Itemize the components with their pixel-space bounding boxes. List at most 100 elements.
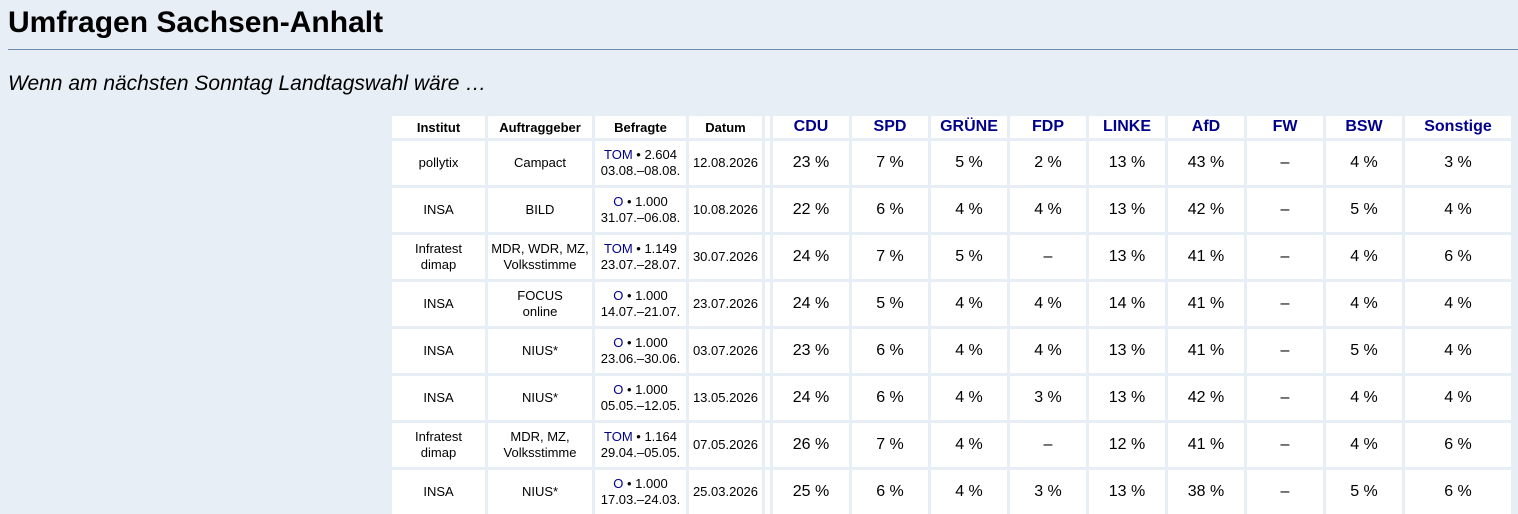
cell-value-sonstige: 6 % bbox=[1405, 423, 1511, 467]
table-row: pollytix Campact TOM • 2.604 03.08.–08.08. 1… bbox=[392, 141, 1511, 185]
cell-value-sonstige: 4 % bbox=[1405, 188, 1511, 232]
survey-period: 17.03.–24.03. bbox=[600, 492, 681, 507]
cell-datum: 10.08.2026 bbox=[689, 188, 762, 232]
header-party-fdp[interactable]: FDP bbox=[1010, 116, 1086, 138]
header-party-afd[interactable]: AfD bbox=[1168, 116, 1244, 138]
survey-method-link[interactable]: O bbox=[613, 194, 623, 209]
cell-befragte: O • 1.000 05.05.–12.05. bbox=[595, 376, 686, 420]
header-datum: Datum bbox=[689, 116, 762, 138]
cell-line: FOCUS bbox=[517, 288, 563, 303]
header-party-grüne[interactable]: GRÜNE bbox=[931, 116, 1007, 138]
cell-value-linke: 13 % bbox=[1089, 141, 1165, 185]
cell-value-spd: 5 % bbox=[852, 282, 928, 326]
header-party-linke[interactable]: LINKE bbox=[1089, 116, 1165, 138]
cell-value-fw: – bbox=[1247, 141, 1323, 185]
cell-value-spd: 7 % bbox=[852, 141, 928, 185]
respondent-count: • 1.000 bbox=[623, 335, 668, 350]
table-body: pollytix Campact TOM • 2.604 03.08.–08.08. 1… bbox=[392, 141, 1511, 514]
cell-value-linke: 13 % bbox=[1089, 235, 1165, 279]
cell-value-cdu: 24 % bbox=[773, 376, 849, 420]
cell-auftraggeber: MDR, WDR, MZ, Volksstimme bbox=[488, 235, 592, 279]
cell-auftraggeber: MDR, MZ, Volksstimme bbox=[488, 423, 592, 467]
survey-method-link[interactable]: TOM bbox=[604, 147, 633, 162]
header-party-fw[interactable]: FW bbox=[1247, 116, 1323, 138]
title-divider bbox=[8, 49, 1518, 50]
cell-institut: INSA bbox=[392, 282, 485, 326]
survey-method-link[interactable]: TOM bbox=[604, 429, 633, 444]
survey-method-link[interactable]: O bbox=[613, 335, 623, 350]
cell-value-fdp: 3 % bbox=[1010, 376, 1086, 420]
cell-auftraggeber: Campact bbox=[488, 141, 592, 185]
survey-method-link[interactable]: O bbox=[613, 476, 623, 491]
page-subtitle: Wenn am nächsten Sonntag Landtagswahl wä… bbox=[8, 72, 487, 95]
cell-line: pollytix bbox=[418, 155, 459, 170]
cell-value-fdp: 3 % bbox=[1010, 470, 1086, 514]
cell-value-afd: 42 % bbox=[1168, 376, 1244, 420]
cell-line: Campact bbox=[513, 155, 567, 170]
cell-value-fw: – bbox=[1247, 470, 1323, 514]
cell-value-fw: – bbox=[1247, 188, 1323, 232]
header-institut: Institut bbox=[392, 116, 485, 138]
respondent-count: • 1.164 bbox=[632, 429, 677, 444]
survey-period: 05.05.–12.05. bbox=[600, 398, 681, 413]
cell-value-grüne: 5 % bbox=[931, 235, 1007, 279]
respondent-count: • 2.604 bbox=[632, 147, 677, 162]
page: Umfragen Sachsen-Anhalt Wenn am nächsten… bbox=[0, 0, 1518, 514]
cell-line: Infratest bbox=[415, 241, 462, 256]
header-auftraggeber: Auftraggeber bbox=[488, 116, 592, 138]
cell-befragte: TOM • 1.149 23.07.–28.07. bbox=[595, 235, 686, 279]
cell-value-afd: 41 % bbox=[1168, 282, 1244, 326]
cell-datum: 25.03.2026 bbox=[689, 470, 762, 514]
survey-period: 31.07.–06.08. bbox=[600, 210, 681, 225]
cell-institut: INSA bbox=[392, 376, 485, 420]
header-party-bsw[interactable]: BSW bbox=[1326, 116, 1402, 138]
page-title: Umfragen Sachsen-Anhalt bbox=[8, 6, 384, 39]
cell-value-bsw: 4 % bbox=[1326, 141, 1402, 185]
header-party-spd[interactable]: SPD bbox=[852, 116, 928, 138]
cell-datum: 07.05.2026 bbox=[689, 423, 762, 467]
cell-value-afd: 38 % bbox=[1168, 470, 1244, 514]
cell-value-spd: 6 % bbox=[852, 470, 928, 514]
cell-value-sonstige: 6 % bbox=[1405, 235, 1511, 279]
cell-value-bsw: 4 % bbox=[1326, 376, 1402, 420]
cell-line: online bbox=[522, 304, 558, 319]
cell-datum: 30.07.2026 bbox=[689, 235, 762, 279]
table-header-row: Institut Auftraggeber Befragte Datum CDU… bbox=[392, 116, 1511, 138]
cell-befragte: O • 1.000 14.07.–21.07. bbox=[595, 282, 686, 326]
cell-line: Volksstimme bbox=[503, 257, 577, 272]
cell-value-fdp: – bbox=[1010, 235, 1086, 279]
table-row: Infratest dimap MDR, WDR, MZ, Volksstimme TO… bbox=[392, 235, 1511, 279]
survey-period: 03.08.–08.08. bbox=[600, 163, 681, 178]
respondent-count: • 1.000 bbox=[623, 382, 668, 397]
cell-value-spd: 7 % bbox=[852, 235, 928, 279]
cell-value-bsw: 4 % bbox=[1326, 282, 1402, 326]
cell-value-linke: 13 % bbox=[1089, 470, 1165, 514]
polls-table: Institut Auftraggeber Befragte Datum CDU… bbox=[389, 113, 1514, 514]
header-party-sonstige[interactable]: Sonstige bbox=[1405, 116, 1511, 138]
cell-value-grüne: 4 % bbox=[931, 423, 1007, 467]
cell-institut: Infratest dimap bbox=[392, 235, 485, 279]
header-spacer bbox=[765, 116, 770, 138]
cell-value-cdu: 24 % bbox=[773, 282, 849, 326]
table-row: Infratest dimap MDR, MZ, Volksstimme TOM • 1… bbox=[392, 423, 1511, 467]
cell-value-fdp: – bbox=[1010, 423, 1086, 467]
cell-value-bsw: 5 % bbox=[1326, 188, 1402, 232]
survey-method-link[interactable]: O bbox=[613, 382, 623, 397]
cell-line: INSA bbox=[423, 343, 454, 358]
survey-method-link[interactable]: O bbox=[613, 288, 623, 303]
cell-auftraggeber: FOCUS online bbox=[488, 282, 592, 326]
cell-spacer bbox=[765, 235, 770, 279]
cell-line: NIUS* bbox=[521, 484, 559, 499]
cell-line: dimap bbox=[420, 445, 457, 460]
cell-value-fw: – bbox=[1247, 282, 1323, 326]
cell-line: NIUS* bbox=[521, 343, 559, 358]
cell-institut: INSA bbox=[392, 188, 485, 232]
cell-value-bsw: 4 % bbox=[1326, 235, 1402, 279]
header-party-cdu[interactable]: CDU bbox=[773, 116, 849, 138]
cell-befragte: TOM • 2.604 03.08.–08.08. bbox=[595, 141, 686, 185]
table-row: INSA FOCUS online O • 1.000 14.07.–21.07. 23.… bbox=[392, 282, 1511, 326]
cell-value-cdu: 24 % bbox=[773, 235, 849, 279]
survey-method-link[interactable]: TOM bbox=[604, 241, 633, 256]
cell-value-fw: – bbox=[1247, 329, 1323, 373]
cell-befragte: O • 1.000 17.03.–24.03. bbox=[595, 470, 686, 514]
